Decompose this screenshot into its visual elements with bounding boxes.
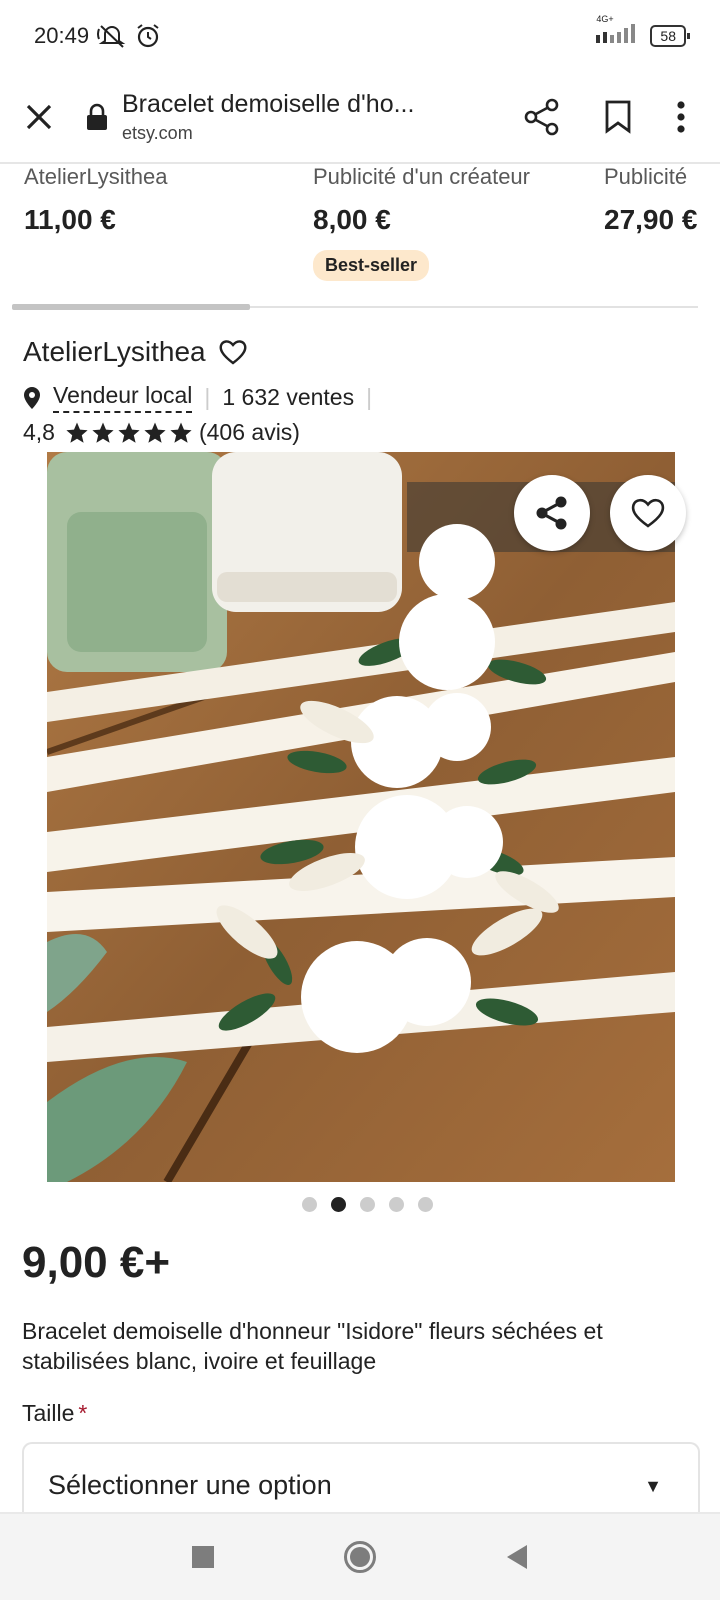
- product-photo: [47, 452, 675, 1182]
- bestseller-badge: Best-seller: [313, 250, 430, 281]
- shop-name[interactable]: AtelierLysithea: [23, 336, 206, 368]
- share-icon[interactable]: [524, 98, 560, 136]
- image-favorite-button[interactable]: [610, 475, 686, 551]
- divider: |: [366, 384, 373, 410]
- recommendation-strip: AtelierLysithea 11,00 € Publicité d'un c…: [0, 164, 720, 296]
- signal-icon: [596, 23, 636, 43]
- close-icon[interactable]: [22, 100, 56, 134]
- reco-seller: Publicité d'un créateur: [313, 164, 530, 189]
- battery-indicator: 58: [650, 25, 690, 47]
- local-seller-link[interactable]: Vendeur local: [53, 382, 193, 413]
- page-domain: etsy.com: [122, 123, 193, 143]
- star-icon: [118, 422, 140, 443]
- gallery-dots: [0, 1197, 720, 1212]
- location-pin-icon: [24, 386, 40, 409]
- star-icon: [144, 422, 166, 443]
- heart-icon[interactable]: [218, 338, 248, 366]
- rating-stars: [65, 421, 193, 445]
- required-mark: *: [78, 1400, 88, 1426]
- variation-label-text: Taille: [22, 1400, 75, 1426]
- star-icon: [66, 422, 88, 443]
- browser-toolbar: Bracelet demoiselle d'ho... etsy.com: [0, 72, 720, 164]
- reco-item[interactable]: AtelierLysithea 11,00 €: [24, 164, 167, 236]
- status-bar: 20:49 4G+ 58: [0, 0, 720, 72]
- network-type: 4G+: [596, 13, 614, 24]
- gallery-dot[interactable]: [417, 1197, 433, 1212]
- system-nav-bar: [0, 1512, 720, 1600]
- lock-icon: [87, 103, 107, 130]
- star-icon: [92, 422, 114, 443]
- reco-seller: AtelierLysithea: [24, 164, 168, 189]
- back-icon[interactable]: [505, 1544, 529, 1570]
- star-icon: [170, 422, 192, 443]
- product-price: 9,00 €+: [22, 1238, 171, 1287]
- rating-value: 4,8: [23, 419, 55, 445]
- gallery-dot[interactable]: [359, 1197, 375, 1212]
- carousel-scrollbar[interactable]: [12, 304, 250, 310]
- reco-seller: Publicité: [604, 164, 688, 189]
- status-icons: [97, 23, 161, 49]
- reco-price: 8,00 €: [313, 204, 391, 235]
- divider: |: [204, 384, 211, 410]
- heart-icon: [631, 498, 665, 528]
- reco-item[interactable]: Publicité d'un créateur 8,00 € Best-sell…: [313, 164, 530, 281]
- mute-notification-icon: [97, 25, 126, 48]
- rating-row[interactable]: 4,8 (406 avis): [23, 419, 703, 446]
- more-vert-icon[interactable]: [676, 100, 686, 134]
- alarm-icon: [137, 24, 159, 48]
- gallery-dot[interactable]: [388, 1197, 404, 1212]
- product-title: Bracelet demoiselle d'honneur "Isidore" …: [22, 1318, 603, 1374]
- variation-label: Taille *: [22, 1400, 87, 1427]
- url-bar[interactable]: Bracelet demoiselle d'ho... etsy.com: [86, 90, 524, 144]
- status-right: 4G+ 58: [596, 14, 690, 50]
- reco-price: 11,00 €: [24, 204, 116, 235]
- review-count: (406 avis): [198, 419, 300, 445]
- home-icon[interactable]: [343, 1540, 377, 1574]
- reco-item[interactable]: Publicité 27,90 €: [604, 164, 720, 236]
- image-share-button[interactable]: [514, 475, 590, 551]
- product-image[interactable]: [47, 452, 675, 1182]
- recents-icon[interactable]: [191, 1545, 215, 1569]
- gallery-dot[interactable]: [301, 1197, 317, 1212]
- signal-indicator: 4G+: [596, 14, 640, 50]
- gallery-dot[interactable]: [330, 1197, 346, 1212]
- reco-price: 27,90 €: [604, 204, 698, 235]
- page-title: Bracelet demoiselle d'ho...: [122, 90, 415, 118]
- shop-info: AtelierLysithea Vendeur local | 1 632 ve…: [23, 336, 703, 446]
- sales-count: 1 632 ventes: [222, 384, 355, 410]
- bookmark-icon[interactable]: [604, 100, 632, 134]
- status-time: 20:49: [34, 23, 90, 48]
- share-icon: [536, 496, 567, 530]
